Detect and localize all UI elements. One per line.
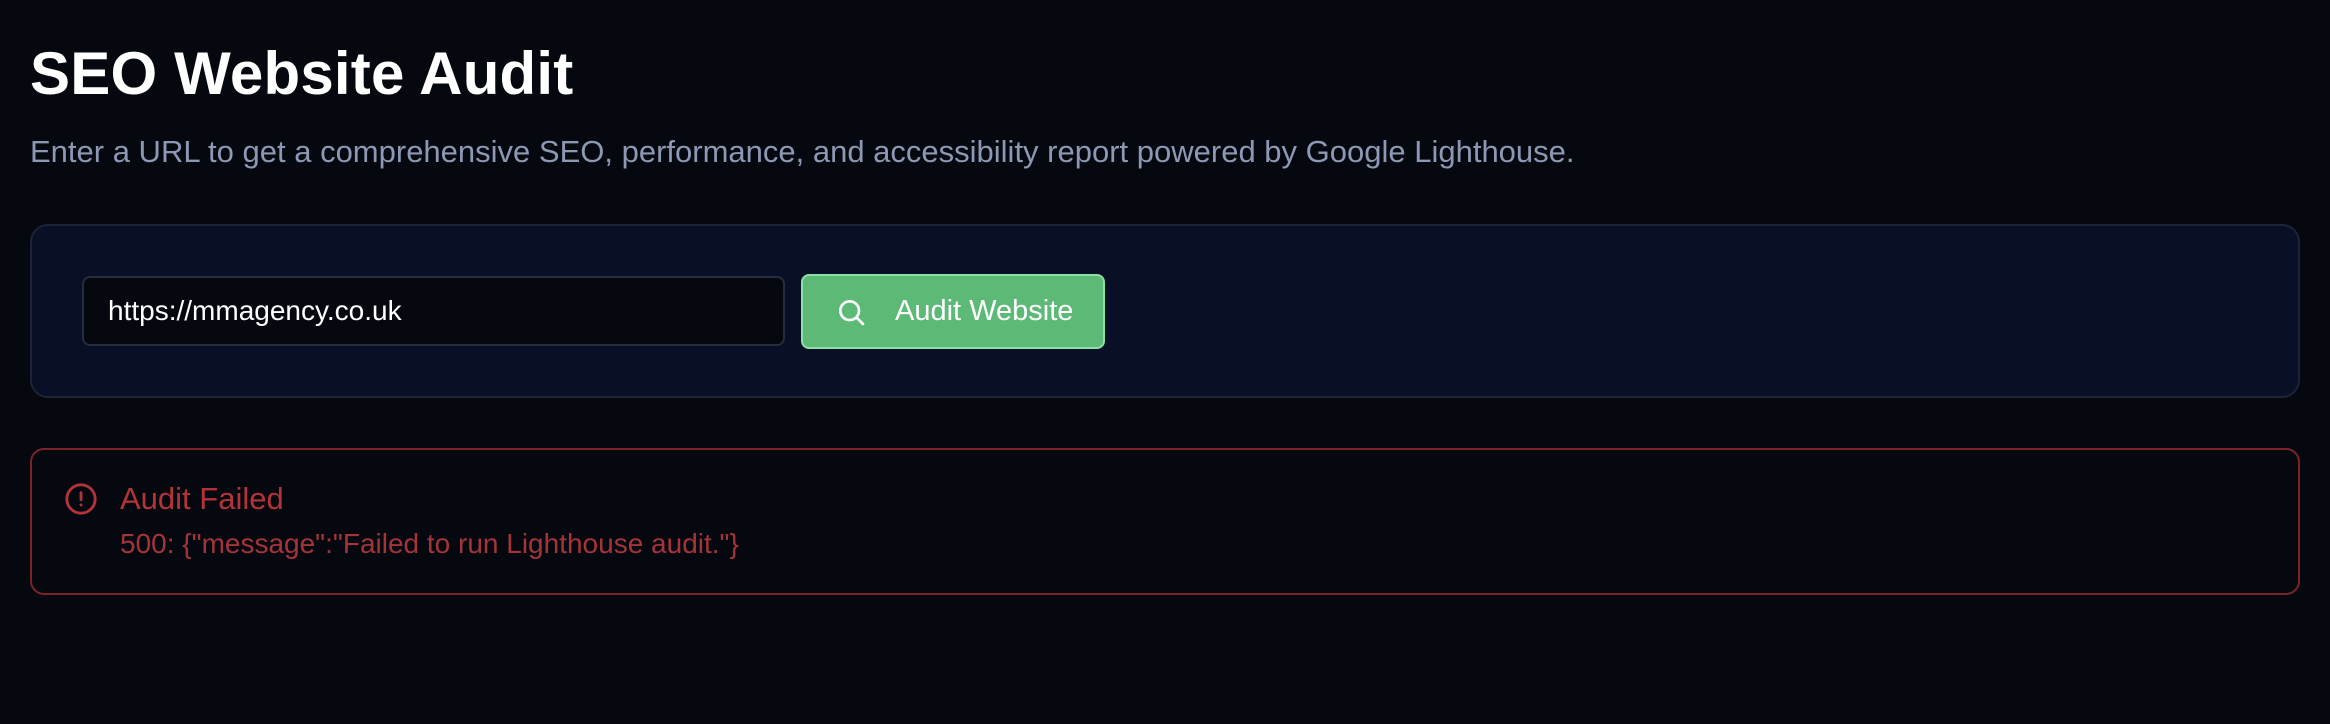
audit-website-button[interactable]: Audit Website bbox=[801, 274, 1105, 349]
error-message: 500: {"message":"Failed to run Lighthous… bbox=[120, 528, 739, 559]
search-icon bbox=[839, 299, 865, 325]
alert-circle-icon bbox=[65, 483, 97, 515]
error-title: Audit Failed bbox=[120, 481, 284, 516]
page-title: SEO Website Audit bbox=[30, 40, 574, 107]
error-alert: Audit Failed 500: {"message":"Failed to … bbox=[30, 448, 2300, 595]
url-input[interactable] bbox=[82, 276, 785, 346]
page-subtitle: Enter a URL to get a comprehensive SEO, … bbox=[30, 134, 1575, 169]
audit-form-card: Audit Website bbox=[30, 224, 2300, 398]
audit-button-label: Audit Website bbox=[895, 295, 1074, 327]
